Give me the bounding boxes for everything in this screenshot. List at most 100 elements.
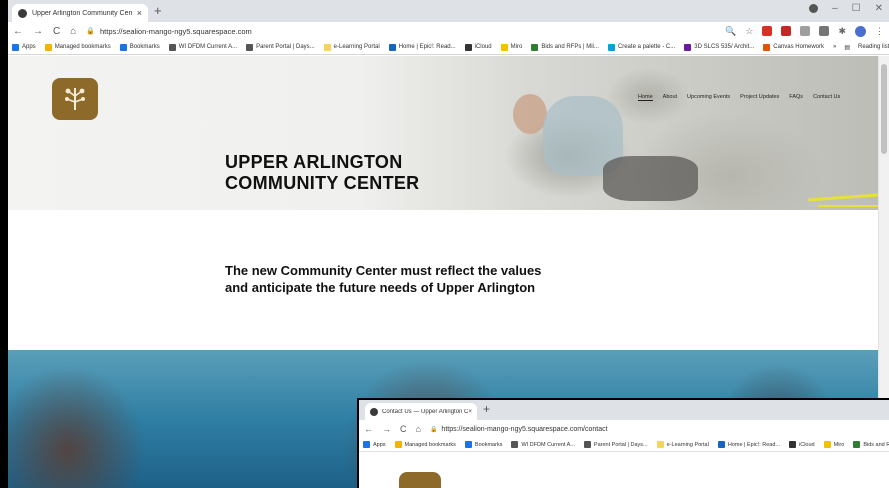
- nav-link-contact-us[interactable]: Contact Us: [813, 94, 840, 101]
- profile-avatar[interactable]: [855, 25, 866, 37]
- bookmark-item[interactable]: Bookmarks: [119, 43, 160, 51]
- tab-strip: Contact Us — Upper Arlington C × +: [359, 400, 889, 420]
- reload-icon[interactable]: C: [53, 26, 60, 37]
- scrollbar-thumb[interactable]: [881, 64, 887, 154]
- close-window-icon[interactable]: ✕: [875, 3, 883, 14]
- bookmark-item[interactable]: Home | Epic!: Read...: [388, 43, 456, 51]
- extension-icon[interactable]: [800, 26, 811, 36]
- bookmark-item[interactable]: iCloud: [789, 441, 815, 448]
- forward-icon[interactable]: →: [33, 26, 43, 37]
- menu-kebab-icon[interactable]: ⋮: [875, 26, 884, 37]
- reload-icon[interactable]: C: [400, 424, 407, 434]
- toolbar-icons: 🔍 ☆ ✱ ⋮: [725, 25, 884, 37]
- bookmarks-bar: Apps Managed bookmarks Bookmarks WI DFDM Cu…: [359, 438, 889, 452]
- bookmark-favicon-icon: [717, 441, 725, 448]
- bookmark-item[interactable]: Bookmarks: [464, 441, 502, 448]
- bookmark-item[interactable]: e-Learning Portal: [656, 441, 709, 448]
- bookmark-label: Bids and RF: [863, 441, 889, 448]
- bookmark-favicon-icon: [12, 43, 19, 51]
- back-icon[interactable]: ←: [364, 424, 373, 434]
- bookmark-item[interactable]: 3D SLCS 535/ Archit...: [684, 43, 755, 51]
- profile-indicator-icon[interactable]: [809, 4, 819, 13]
- tab-strip: Upper Arlington Community Cen × + – ☐ ✕: [8, 0, 889, 22]
- hero-title: UPPER ARLINGTON COMMUNITY CENTER: [225, 152, 419, 194]
- url-text[interactable]: https://sealion-mango-ngy5.squarespace.c…: [100, 27, 252, 36]
- bookmark-label: Miro: [833, 441, 845, 448]
- forward-icon[interactable]: →: [382, 424, 391, 434]
- extension-icon[interactable]: [819, 26, 830, 36]
- nav-link-upcoming-events[interactable]: Upcoming Events: [687, 94, 730, 101]
- navigation-bar: ← → C ⌂ 🔒 https://sealion-mango-ngy5.squ…: [359, 420, 889, 438]
- site-logo[interactable]: [399, 472, 441, 488]
- bookmark-item[interactable]: Managed bookmarks: [44, 43, 111, 51]
- bookmark-item[interactable]: Parent Portal | Days...: [246, 43, 315, 51]
- bookmark-label: Parent Portal | Days...: [593, 441, 648, 448]
- new-tab-button[interactable]: +: [154, 3, 162, 18]
- bookmark-item[interactable]: e-Learning Portal: [323, 43, 380, 51]
- close-tab-icon[interactable]: ×: [468, 409, 472, 415]
- extension-badge-icon[interactable]: [781, 26, 792, 36]
- bookmark-label: iCloud: [799, 441, 815, 448]
- bookmark-favicon-icon: [583, 441, 591, 448]
- bookmark-item[interactable]: WI DFDM Current A...: [168, 43, 237, 51]
- minimize-icon[interactable]: –: [832, 3, 838, 14]
- bookmark-label: Create a palette - C...: [617, 44, 676, 50]
- bookmark-favicon-icon: [246, 43, 254, 51]
- bookmark-label: e-Learning Portal: [666, 441, 709, 448]
- bookmark-item[interactable]: Canvas Homework: [763, 43, 824, 51]
- nav-link-about[interactable]: About: [663, 94, 677, 101]
- bookmark-label: Apps: [22, 44, 36, 50]
- bookmark-item[interactable]: Create a palette - C...: [607, 43, 676, 51]
- bookmark-favicon-icon: [44, 43, 52, 51]
- address-bar[interactable]: 🔒 https://sealion-mango-ngy5.squarespace…: [86, 27, 725, 36]
- close-tab-icon[interactable]: ×: [137, 8, 142, 18]
- address-bar[interactable]: 🔒 https://sealion-mango-ngy5.squarespace…: [430, 426, 608, 433]
- bookmark-label: e-Learning Portal: [333, 44, 380, 50]
- url-text[interactable]: https://sealion-mango-ngy5.squarespace.c…: [441, 426, 607, 433]
- nav-link-project-updates[interactable]: Project Updates: [740, 94, 779, 101]
- nav-link-faqs[interactable]: FAQs: [789, 94, 803, 101]
- home-icon[interactable]: ⌂: [416, 424, 421, 434]
- bookmark-favicon-icon: [531, 43, 539, 51]
- more-bookmarks-button[interactable]: »: [833, 44, 836, 50]
- bookmark-label: Apps: [373, 441, 386, 448]
- maximize-icon[interactable]: ☐: [852, 3, 861, 14]
- bookmark-item[interactable]: Home | Epic!: Read...: [717, 441, 780, 448]
- new-tab-button[interactable]: +: [483, 402, 490, 416]
- bookmark-label: 3D SLCS 535/ Archit...: [694, 44, 755, 50]
- back-icon[interactable]: ←: [13, 26, 23, 37]
- bookmark-star-icon[interactable]: ☆: [745, 26, 753, 37]
- bookmark-item[interactable]: iCloud: [464, 43, 492, 51]
- second-browser-window: Contact Us — Upper Arlington C × + ← → C…: [357, 398, 889, 488]
- bookmark-item[interactable]: Managed bookmarks: [394, 441, 456, 448]
- home-icon[interactable]: ⌂: [70, 26, 76, 37]
- bookmark-item[interactable]: Miro: [823, 441, 845, 448]
- bookmark-item[interactable]: Bids and RFPs | Mil...: [531, 43, 599, 51]
- zoom-icon[interactable]: 🔍: [725, 26, 736, 37]
- extensions-puzzle-icon[interactable]: ✱: [838, 26, 846, 37]
- site-logo[interactable]: [52, 78, 98, 120]
- extension-pdf-icon[interactable]: [762, 26, 773, 36]
- tab-title: Contact Us — Upper Arlington C: [382, 408, 469, 415]
- bookmark-item[interactable]: Parent Portal | Days...: [583, 441, 648, 448]
- site-favicon-icon: [18, 8, 27, 18]
- tab-active[interactable]: Contact Us — Upper Arlington C ×: [365, 403, 477, 420]
- tab-active[interactable]: Upper Arlington Community Cen ×: [12, 4, 148, 22]
- bookmark-item[interactable]: Apps: [12, 43, 36, 51]
- navigation-bar: ← → C ⌂ 🔒 https://sealion-mango-ngy5.squ…: [8, 22, 889, 40]
- nav-link-home[interactable]: Home: [638, 94, 653, 101]
- reading-list-icon[interactable]: ▤: [844, 44, 850, 51]
- bookmark-item[interactable]: Miro: [500, 43, 522, 51]
- bookmark-label: Managed bookmarks: [404, 441, 456, 448]
- bookmark-favicon-icon: [684, 43, 692, 51]
- bookmarks-bar: Apps Managed bookmarks Bookmarks WI DFDM Cu…: [8, 40, 889, 55]
- intro-statement: The new Community Center must reflect th…: [225, 262, 605, 296]
- bookmark-item[interactable]: Bids and RF: [853, 441, 889, 448]
- bookmark-favicon-icon: [119, 43, 127, 51]
- intro-line2: and anticipate the future needs of Upper…: [225, 280, 536, 295]
- hero-image: Home About Upcoming Events Project Updates F…: [8, 56, 878, 210]
- bookmark-favicon-icon: [500, 43, 508, 51]
- reading-list-label[interactable]: Reading list: [858, 44, 889, 50]
- bookmark-item[interactable]: Apps: [363, 441, 386, 448]
- bookmark-item[interactable]: WI DFDM Current A...: [511, 441, 575, 448]
